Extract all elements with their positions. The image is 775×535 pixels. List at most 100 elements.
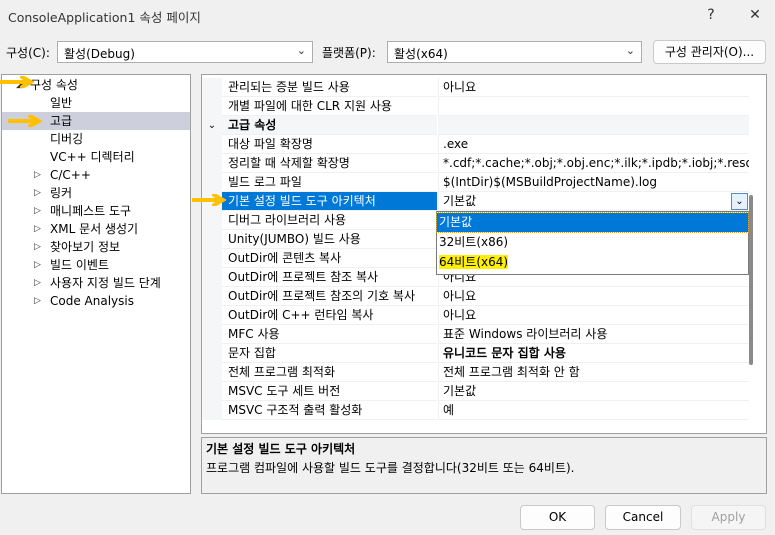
property-name: 고급 속성 <box>222 116 437 135</box>
property-value[interactable]: 예 <box>438 401 749 420</box>
property-row[interactable]: 빌드 로그 파일 $(IntDir)$(MSBuildProjectName).l… <box>202 173 749 192</box>
config-manager-button[interactable]: 구성 관리자(O)... <box>653 40 766 64</box>
row-gutter <box>202 401 222 420</box>
property-value[interactable]: 표준 Windows 라이브러리 사용 <box>438 325 749 344</box>
help-button[interactable]: ? <box>696 4 726 26</box>
row-gutter <box>202 325 222 344</box>
chevron-down-icon: ⌄ <box>202 116 222 135</box>
category-spacer <box>438 116 749 135</box>
tree-item-label: C/C++ <box>50 168 91 182</box>
dropdown-option[interactable]: 기본값 <box>436 212 749 233</box>
property-name: MFC 사용 <box>222 325 437 344</box>
property-value[interactable]: 유니코드 문자 집합 사용 <box>438 344 749 363</box>
collapsed-triangle-icon[interactable]: ▷ <box>34 292 41 310</box>
property-row[interactable]: 개별 파일에 대한 CLR 지원 사용 <box>202 97 749 116</box>
tree-item[interactable]: ▷ 찾아보기 정보 <box>2 238 190 256</box>
tree-item[interactable]: 일반 <box>2 94 190 112</box>
property-name: MSVC 구조적 출력 활성화 <box>222 401 437 420</box>
tree-item[interactable]: ▷ XML 문서 생성기 <box>2 220 190 238</box>
row-gutter <box>202 249 222 268</box>
close-button[interactable]: ✕ <box>740 4 770 26</box>
property-row[interactable]: MSVC 도구 세트 버전 기본값 <box>202 382 749 401</box>
architecture-dropdown-list: 기본값 32비트(x86) 64비트(x64) <box>436 211 749 275</box>
dropdown-option-label: 64비트(x64) <box>439 255 509 269</box>
tree-item-label: 일반 <box>50 96 73 110</box>
dropdown-option[interactable]: 32비트(x86) <box>437 233 748 252</box>
tree-item-label: 고급 <box>50 114 73 128</box>
annotation-arrow-icon <box>0 76 34 88</box>
property-name: 전체 프로그램 최적화 <box>222 363 437 382</box>
tree-item[interactable]: VC++ 디렉터리 <box>2 148 190 166</box>
row-gutter <box>202 306 222 325</box>
collapsed-triangle-icon[interactable]: ▷ <box>34 256 41 274</box>
dropdown-option[interactable]: 64비트(x64) <box>437 253 748 272</box>
property-row[interactable]: OutDir에 C++ 런타임 복사 아니요 <box>202 306 749 325</box>
property-row[interactable]: MSVC 구조적 출력 활성화 예 <box>202 401 749 420</box>
property-row[interactable]: MFC 사용 표준 Windows 라이브러리 사용 <box>202 325 749 344</box>
collapsed-triangle-icon[interactable]: ▷ <box>34 184 41 202</box>
tree-item[interactable]: ▷ 빌드 이벤트 <box>2 256 190 274</box>
row-gutter <box>202 382 222 401</box>
row-gutter <box>202 173 222 192</box>
property-value[interactable]: 아니요 <box>438 306 749 325</box>
collapsed-triangle-icon[interactable]: ▷ <box>34 202 41 220</box>
description-panel: 기본 설정 빌드 도구 아키텍처 프로그램 컴파일에 사용할 빌드 도구를 결정… <box>201 437 767 494</box>
platform-select[interactable]: 활성(x64) ⌄ <box>387 41 642 63</box>
tree-item[interactable]: ▷ 매니페스트 도구 <box>2 202 190 220</box>
property-value[interactable]: 아니요 <box>438 287 749 306</box>
tree-item[interactable]: 디버깅 <box>2 130 190 148</box>
property-value[interactable]: 전체 프로그램 최적화 안 함 <box>438 363 749 382</box>
property-row[interactable]: 기본 설정 빌드 도구 아키텍처 기본값 <box>202 192 749 211</box>
collapsed-triangle-icon[interactable]: ▷ <box>34 166 41 184</box>
property-value[interactable] <box>438 97 749 116</box>
property-row[interactable]: 문자 집합 유니코드 문자 집합 사용 <box>202 344 749 363</box>
property-name: 대상 파일 확장명 <box>222 135 437 154</box>
config-select[interactable]: 활성(Debug) ⌄ <box>57 41 313 63</box>
property-name: OutDir에 콘텐츠 복사 <box>222 249 437 268</box>
grid-scrollbar[interactable] <box>749 195 753 365</box>
property-value[interactable]: $(IntDir)$(MSBuildProjectName).log <box>438 173 749 192</box>
property-row[interactable]: 관리되는 증분 빌드 사용 아니요 <box>202 78 749 97</box>
tree-item[interactable]: ▷ 사용자 지정 빌드 단계 <box>2 274 190 292</box>
property-name: OutDir에 C++ 런타임 복사 <box>222 306 437 325</box>
property-value[interactable]: 기본값 <box>438 192 749 211</box>
tree-item[interactable]: ▷ Code Analysis <box>2 292 190 310</box>
property-value[interactable]: 기본값 <box>438 382 749 401</box>
property-row[interactable]: OutDir에 프로젝트 참조의 기호 복사 아니요 <box>202 287 749 306</box>
collapsed-triangle-icon[interactable]: ▷ <box>34 238 41 256</box>
row-gutter <box>202 268 222 287</box>
property-name: 기본 설정 빌드 도구 아키텍처 <box>222 192 437 211</box>
collapsed-triangle-icon[interactable]: ▷ <box>34 274 41 292</box>
tree-item-label: VC++ 디렉터리 <box>50 150 135 164</box>
tree-item-label: Code Analysis <box>50 294 134 308</box>
description-title: 기본 설정 빌드 도구 아키텍처 <box>206 442 356 456</box>
apply-button[interactable]: Apply <box>691 505 766 530</box>
chevron-down-icon: ⌄ <box>296 44 306 57</box>
tree-item-label: 찾아보기 정보 <box>50 240 121 254</box>
tree-item-label: 빌드 이벤트 <box>50 258 110 272</box>
ok-button[interactable]: OK <box>520 505 595 530</box>
property-row[interactable]: 전체 프로그램 최적화 전체 프로그램 최적화 안 함 <box>202 363 749 382</box>
cancel-button[interactable]: Cancel <box>605 505 681 530</box>
config-label: 구성(C): <box>6 46 50 60</box>
property-value[interactable]: *.cdf;*.cache;*.obj;*.obj.enc;*.ilk;*.ip… <box>438 154 749 173</box>
property-value[interactable]: .exe <box>438 135 749 154</box>
tree-item-label: 구성 속성 <box>30 78 78 92</box>
dropdown-chevron-icon[interactable]: ⌄ <box>731 193 748 210</box>
dropdown-option-label: 기본값 <box>439 215 473 229</box>
property-value[interactable]: 아니요 <box>438 78 749 97</box>
property-name: 정리할 때 삭제할 확장명 <box>222 154 437 173</box>
tree-item[interactable]: ▷ C/C++ <box>2 166 190 184</box>
property-row[interactable]: 정리할 때 삭제할 확장명 *.cdf;*.cache;*.obj;*.obj.e… <box>202 154 749 173</box>
tree-item-label: 매니페스트 도구 <box>50 204 132 218</box>
property-name: 관리되는 증분 빌드 사용 <box>222 78 437 97</box>
property-category[interactable]: ⌄ 고급 속성 <box>202 116 749 135</box>
tree-item[interactable]: ▷ 링커 <box>2 184 190 202</box>
property-row[interactable]: 대상 파일 확장명 .exe <box>202 135 749 154</box>
property-name: 개별 파일에 대한 CLR 지원 사용 <box>222 97 437 116</box>
chevron-down-icon: ⌄ <box>625 44 635 57</box>
title-bar: ConsoleApplication1 속성 페이지 ? ✕ <box>0 0 775 30</box>
property-name: MSVC 도구 세트 버전 <box>222 382 437 401</box>
collapsed-triangle-icon[interactable]: ▷ <box>34 220 41 238</box>
row-gutter <box>202 154 222 173</box>
